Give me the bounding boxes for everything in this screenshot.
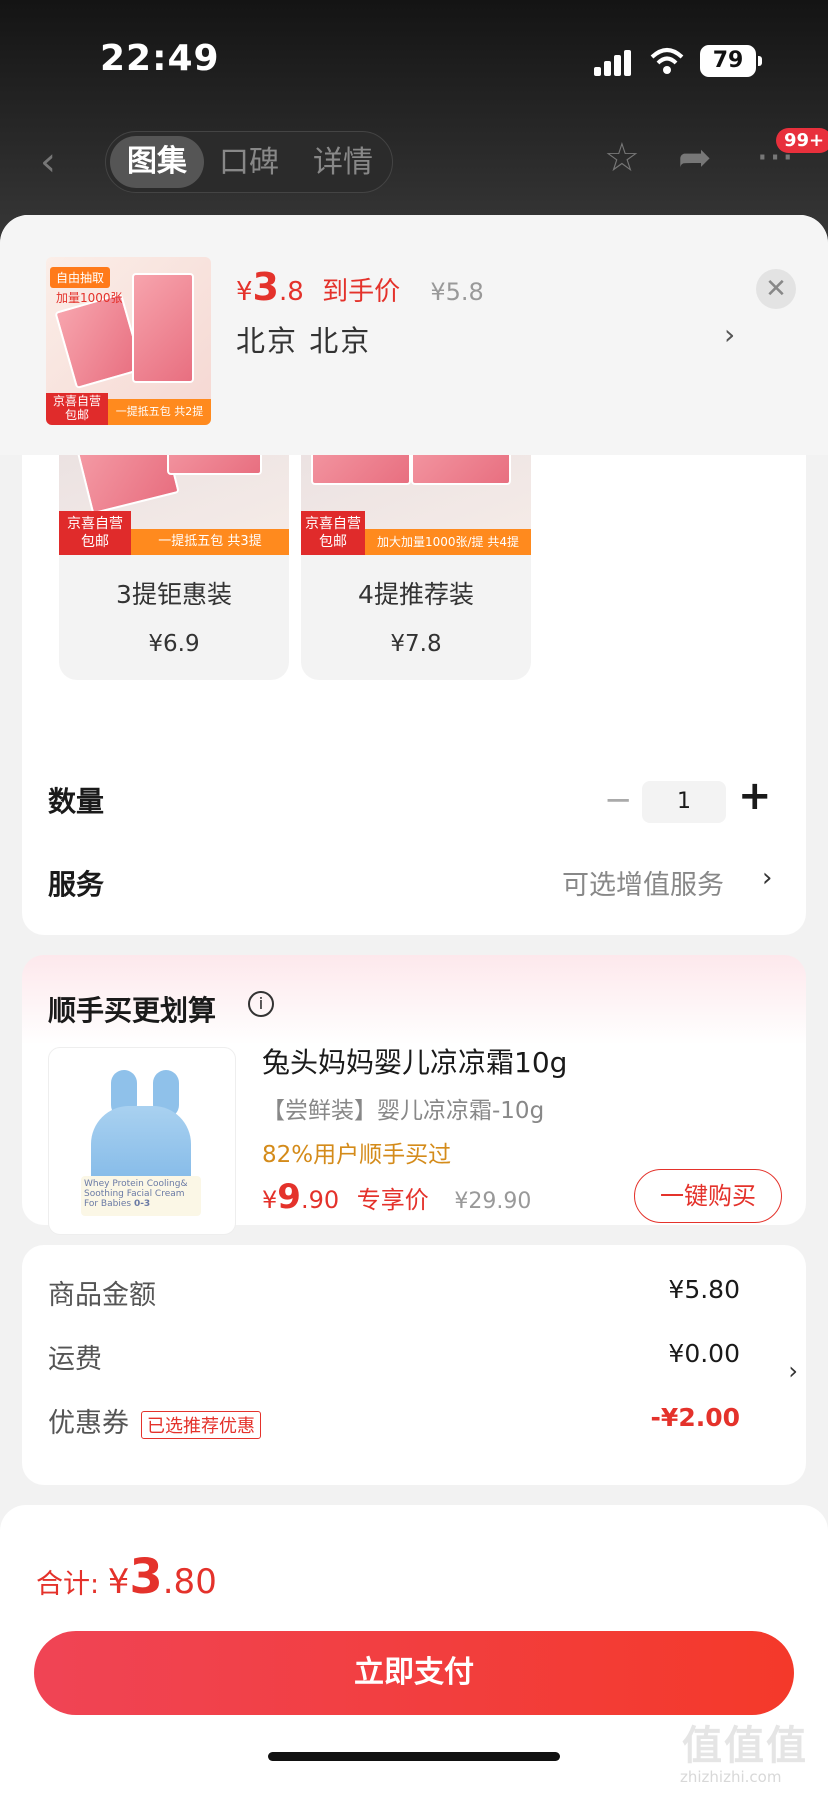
status-bar: 22:49 79 [0,0,828,120]
coupon-tag: 已选推荐优惠 [141,1410,261,1439]
pay-now-button[interactable]: 立即支付 [34,1631,794,1715]
sku-orange-bar: 一提抵五包 共3提 [131,529,289,555]
info-icon[interactable]: i [248,991,274,1017]
quantity-input[interactable]: 1 [642,781,726,823]
upsell-users: 82%用户顺手买过 [262,1142,452,1168]
chevron-right-icon[interactable]: › [724,318,735,351]
product-thumbnail: 自由抽取 加量1000张 京喜自营 包邮 一提抵五包 共2提 [46,257,211,425]
sku-red-tag: 京喜自营 包邮 [301,511,365,555]
upsell-product-image[interactable]: Whey Protein Cooling& Soothing Facial Cr… [48,1047,236,1235]
sku-price: ¥7.8 [390,631,442,657]
home-indicator [268,1752,560,1761]
back-icon[interactable]: ‹ [40,139,56,185]
quantity-plus-button[interactable]: + [738,773,772,819]
coupon-value[interactable]: -¥2.00 [651,1403,740,1432]
watermark: 值值值 [682,1723,808,1769]
sheet-header: 自由抽取 加量1000张 京喜自营 包邮 一提抵五包 共2提 ¥3.8 到手价 … [0,215,828,455]
upsell-product-name[interactable]: 兔头妈妈婴儿凉凉霜10g [262,1041,567,1081]
goods-amount-label: 商品金额 [48,1280,156,1311]
goods-amount-value: ¥5.80 [668,1275,740,1304]
shipping-label: 运费 [48,1344,102,1375]
sku-orange-bar: 加大加量1000张/提 共4提 [365,529,531,555]
service-label: 服务 [48,868,105,901]
tab-switcher: 图集 口碑 详情 [105,131,393,193]
message-badge: 99+ [776,128,828,153]
tab-reviews[interactable]: 口碑 [204,142,294,184]
top-nav: ‹ 图集 口碑 详情 ☆ ➦ ··· [0,125,828,195]
tab-gallery[interactable]: 图集 [110,136,204,188]
sku-price: ¥6.9 [148,631,200,657]
sku-name: 4提推荐装 [358,580,474,609]
sku-red-tag: 京喜自营 包邮 [59,511,131,555]
star-icon[interactable]: ☆ [604,135,640,181]
close-icon[interactable]: ✕ [756,269,796,309]
purchase-sheet: 京喜自营 包邮 一提抵五包 共3提 3提钜惠装 ¥6.9 京喜自营 包邮 加大加… [0,215,828,1796]
original-price: ¥5.8 [430,278,484,306]
chevron-right-icon[interactable]: › [762,863,772,893]
upsell-product-sub: 【尝鲜装】婴儿凉凉霜-10g [262,1098,545,1124]
total-price: 合计: ¥3.80 [36,1549,217,1605]
battery-icon: 79 [700,45,762,77]
service-value[interactable]: 可选增值服务 [562,863,724,902]
thumb-orange-bar: 一提抵五包 共2提 [108,399,211,425]
chevron-right-icon[interactable]: › [788,1357,798,1385]
signal-icon [594,50,634,76]
delivery-address[interactable]: 北京 北京 [236,318,371,360]
watermark-url: zhizhizhi.com [680,1768,782,1786]
thumb-red-tag: 京喜自营 包邮 [46,393,108,425]
final-price: ¥3.8 到手价 ¥5.8 [236,265,484,309]
status-time: 22:49 [100,38,220,79]
quantity-label: 数量 [48,785,105,818]
upsell-card: 顺手买更划算 i Whey Protein Cooling& Soothing … [22,955,806,1235]
tab-details[interactable]: 详情 [298,142,388,184]
quantity-minus-button[interactable]: − [604,780,633,820]
upsell-title: 顺手买更划算 [48,994,217,1027]
thumb-tag: 自由抽取 [50,267,111,288]
upsell-price: ¥9.90 专享价 ¥29.90 [262,1177,532,1217]
sku-name: 3提钜惠装 [116,580,232,609]
share-icon[interactable]: ➦ [678,135,712,181]
one-click-buy-button[interactable]: 一键购买 [634,1169,782,1223]
thumb-tag: 加量1000张 [56,291,123,305]
coupon-label[interactable]: 优惠券 已选推荐优惠 [48,1401,261,1440]
shipping-value: ¥0.00 [668,1339,740,1368]
wifi-icon [650,48,684,74]
fee-summary: 商品金额 ¥5.80 运费 ¥0.00 优惠券 已选推荐优惠 -¥2.00 [22,1245,806,1485]
jar-label: Whey Protein Cooling& Soothing Facial Cr… [81,1176,201,1216]
